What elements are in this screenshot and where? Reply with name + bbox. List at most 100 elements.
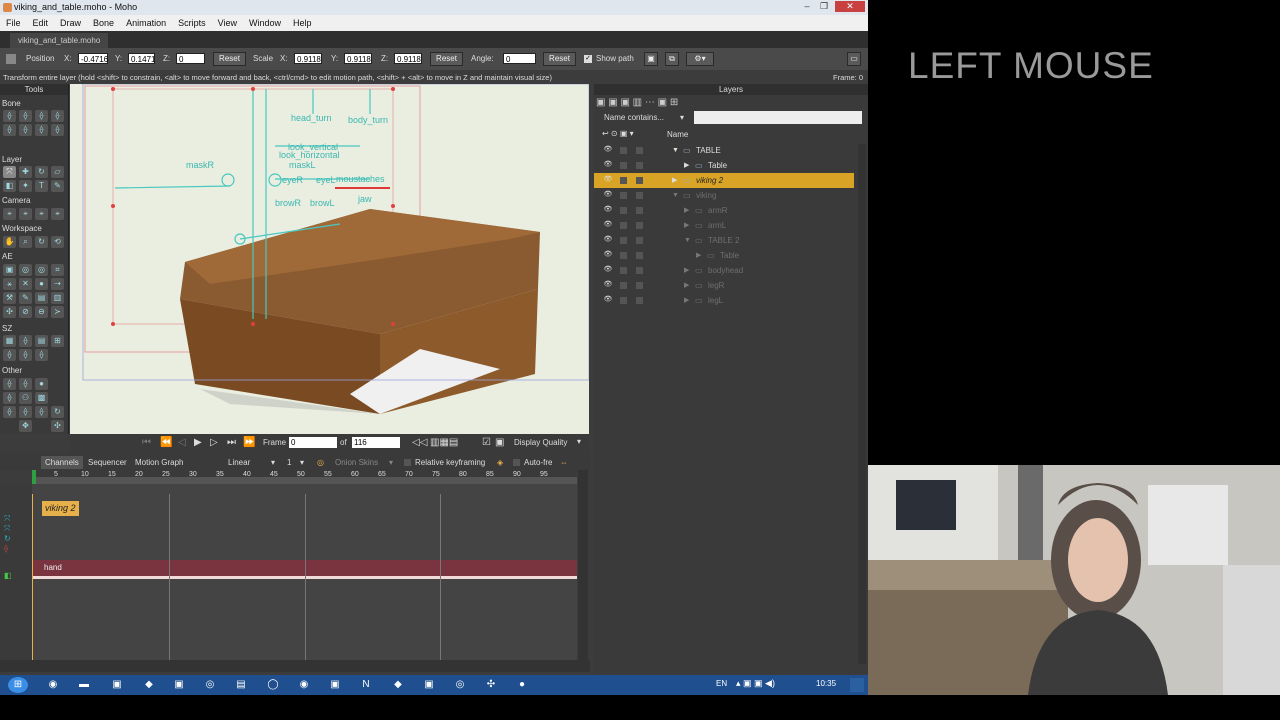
layer-row[interactable]: 👁 ▼ ▭ TABLE — [594, 143, 854, 158]
visibility-eye-icon[interactable]: 👁 — [602, 265, 614, 275]
render-checkbox[interactable] — [620, 147, 627, 154]
tab-sequencer[interactable]: Sequencer — [84, 456, 131, 469]
app-taskbar-icon-11[interactable]: ✣ — [482, 677, 500, 693]
onenote-taskbar-icon[interactable]: N — [357, 677, 375, 693]
render-checkbox[interactable] — [620, 297, 627, 304]
maximize-button[interactable]: ❐ — [817, 1, 831, 12]
ae-tool-9-icon[interactable]: ⚒ — [3, 292, 16, 304]
rotate-layer-icon[interactable]: ↻ — [35, 166, 48, 178]
other-tool-8-icon[interactable]: ⟠ — [19, 406, 32, 418]
tray-icons[interactable]: ▴ ▣ ▣ ◀) — [736, 678, 775, 689]
visibility-eye-icon[interactable]: 👁 — [602, 160, 614, 170]
sz-tool-5-icon[interactable]: ⟠ — [3, 349, 16, 361]
lock-checkbox[interactable] — [636, 237, 643, 244]
close-button[interactable]: ✕ — [835, 1, 865, 12]
manipulate-bones-icon[interactable]: ⟠ — [51, 124, 64, 136]
app-taskbar-icon-6[interactable]: ◉ — [295, 677, 313, 693]
app-taskbar-icon-7[interactable]: ▣ — [326, 677, 344, 693]
eyedropper-icon[interactable]: ✎ — [51, 180, 64, 192]
lock-checkbox[interactable] — [636, 297, 643, 304]
filter-dropdown-icon[interactable]: ▾ — [680, 112, 684, 124]
app-taskbar-icon-4[interactable]: ◎ — [201, 677, 219, 693]
layer-row[interactable]: 👁 ▶ ▭ Table — [594, 248, 854, 263]
lock-checkbox[interactable] — [636, 252, 643, 259]
orbit-workspace-icon[interactable]: ⟲ — [51, 236, 64, 248]
layer-row[interactable]: 👁 ▶ ▭ legL — [594, 293, 854, 308]
rotate-bone-icon[interactable]: ⟠ — [51, 110, 64, 122]
render-checkbox[interactable] — [620, 222, 627, 229]
rotate-workspace-icon[interactable]: ↻ — [35, 236, 48, 248]
app-taskbar-icon-5[interactable]: ▤ — [232, 677, 250, 693]
zoom-camera-icon[interactable]: ⌖ — [19, 208, 32, 220]
auto-freeze-checkbox[interactable] — [513, 459, 520, 466]
interp-dropdown-icon[interactable]: ▾ — [267, 456, 279, 469]
visibility-eye-icon[interactable]: 👁 — [602, 295, 614, 305]
visibility-eye-icon[interactable]: 👁 — [602, 145, 614, 155]
select-bone-icon[interactable]: ⟠ — [3, 110, 16, 122]
expand-arrow-icon[interactable]: ▶ — [684, 293, 689, 308]
sz-tool-1-icon[interactable]: ▦ — [3, 335, 16, 347]
panel-toggle-icon[interactable]: ▭ — [847, 52, 861, 66]
render-checkbox[interactable] — [620, 267, 627, 274]
next-frame-icon[interactable]: ▷ — [210, 437, 218, 448]
total-frames-field[interactable]: 116 — [352, 437, 400, 448]
layers-scrollbar[interactable] — [858, 144, 866, 664]
lock-checkbox[interactable] — [636, 177, 643, 184]
switch-layer-icon[interactable]: ◧ — [3, 180, 16, 192]
end-icon[interactable]: ⏩ — [243, 437, 255, 448]
reparent-bone-icon[interactable]: ⟠ — [19, 124, 32, 136]
visibility-eye-icon[interactable]: 👁 — [602, 190, 614, 200]
relative-keyframing-checkbox[interactable] — [404, 459, 411, 466]
onion-skins-select[interactable]: Onion Skins — [331, 456, 382, 469]
keyframe-icon[interactable]: ◈ — [493, 456, 507, 469]
zoom-icon[interactable]: ⌕ — [19, 236, 32, 248]
ae-tool-7-icon[interactable]: ● — [35, 278, 48, 290]
flip-icon[interactable]: ⧉ — [665, 52, 679, 66]
scale-reset-button[interactable]: Reset — [430, 52, 463, 66]
tab-motion-graph[interactable]: Motion Graph — [131, 456, 187, 469]
render-checkbox[interactable] — [620, 177, 627, 184]
render-checkbox[interactable] — [620, 207, 627, 214]
layer-row[interactable]: 👁 ▶ ▭ armL — [594, 218, 854, 233]
expand-arrow-icon[interactable]: ▶ — [684, 218, 689, 233]
ae-tool-8-icon[interactable]: ⇢ — [51, 278, 64, 290]
filter-select[interactable]: Name contains... — [604, 112, 692, 124]
step-forward-icon[interactable]: ⏭ — [227, 437, 236, 448]
other-tool-7-icon[interactable]: ⟠ — [3, 406, 16, 418]
collapse-arrow-icon[interactable]: ▼ — [672, 143, 679, 158]
filter-input[interactable] — [694, 111, 862, 124]
text-icon[interactable]: T — [35, 180, 48, 192]
app-taskbar-icon-1[interactable]: ▣ — [108, 677, 126, 693]
other-tool-1-icon[interactable]: ⟠ — [3, 378, 16, 390]
render-checkbox[interactable] — [620, 237, 627, 244]
layer-row[interactable]: 👁 ▶ ▭ Table — [594, 158, 854, 173]
tab-channels[interactable]: Channels — [41, 456, 83, 469]
start-button[interactable]: ⊞ — [8, 677, 28, 693]
interpolation-select[interactable]: Linear — [224, 456, 254, 469]
render-checkbox[interactable] — [620, 192, 627, 199]
layer-row[interactable]: 👁 ▶ ▭ armR — [594, 203, 854, 218]
canvas-viewport[interactable]: head_turn body_turn look_vertical look_h… — [70, 84, 589, 434]
ae-tool-5-icon[interactable]: ⚹ — [3, 278, 16, 290]
add-bone-icon[interactable]: ⟠ — [3, 124, 16, 136]
app-taskbar-icon-10[interactable]: ◎ — [451, 677, 469, 693]
opera-taskbar-icon[interactable]: ◯ — [264, 677, 282, 693]
timeline-menu-icon[interactable]: ⇔ — [556, 456, 572, 469]
layers-toolbar-icons[interactable]: ▣ ▣ ▣ ▥ ⋯ ▣ ⊞ — [596, 97, 696, 109]
other-tool-5-icon[interactable]: ⚇ — [19, 392, 32, 404]
sz-tool-7-icon[interactable]: ⟠ — [35, 349, 48, 361]
scale-bone-icon[interactable]: ⟠ — [35, 110, 48, 122]
collapse-arrow-icon[interactable]: ▼ — [672, 188, 679, 203]
lock-checkbox[interactable] — [636, 267, 643, 274]
visibility-eye-icon[interactable]: 👁 — [602, 220, 614, 230]
collapse-arrow-icon[interactable]: ▼ — [684, 233, 691, 248]
language-indicator[interactable]: EN — [716, 679, 727, 688]
ae-tool-4-icon[interactable]: ⌗ — [51, 264, 64, 276]
render-checkbox[interactable] — [620, 162, 627, 169]
app-taskbar-icon-3[interactable]: ▣ — [170, 677, 188, 693]
options-dropdown[interactable]: ⚙▾ — [686, 52, 714, 66]
app-taskbar-icon-8[interactable]: ◆ — [389, 677, 407, 693]
play-icon[interactable]: ▶ — [194, 437, 202, 448]
shear-layer-icon[interactable]: ▱ — [51, 166, 64, 178]
menu-window[interactable]: Window — [243, 15, 287, 31]
